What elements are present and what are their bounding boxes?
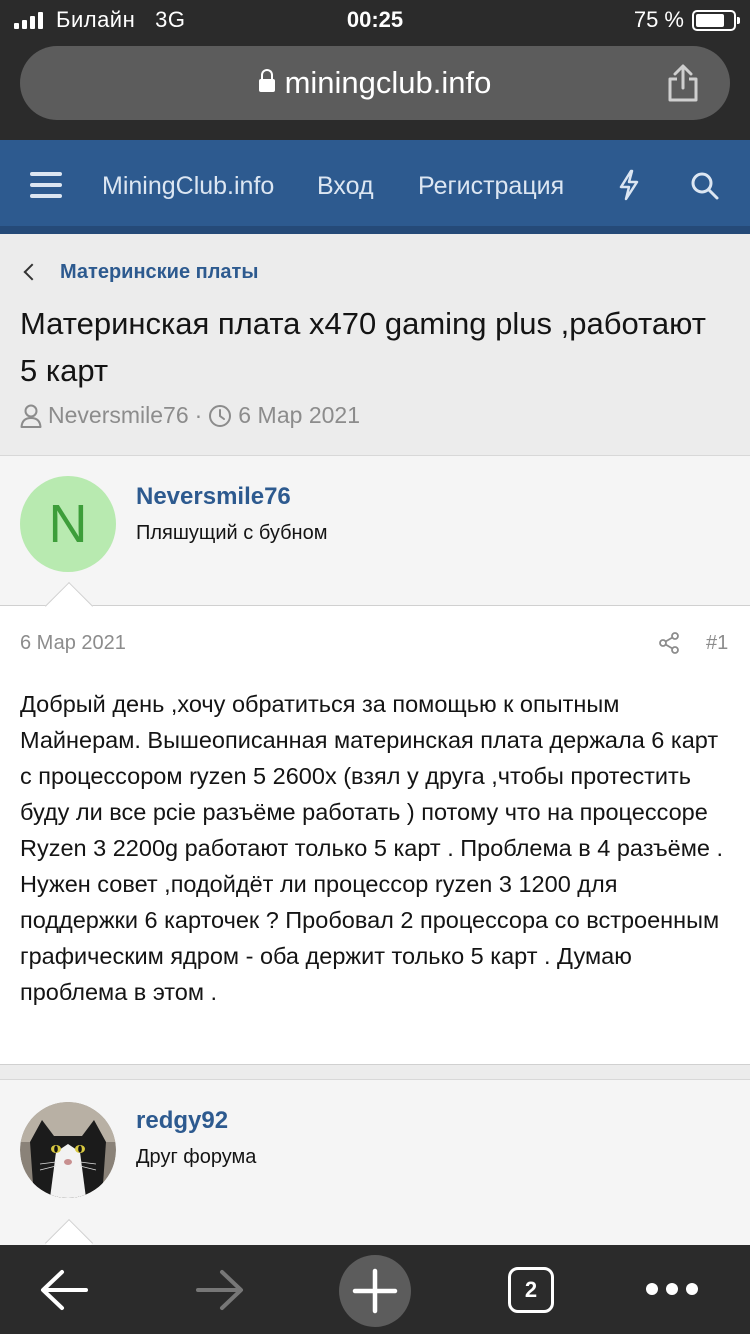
url-text: miningclub.info <box>284 65 492 100</box>
thread-date[interactable]: 6 Мар 2021 <box>238 402 360 429</box>
avatar[interactable]: N <box>20 476 116 572</box>
menu-icon[interactable] <box>30 172 62 198</box>
battery-percent: 75 % <box>633 7 684 32</box>
post-user-title: Друг форума <box>136 1146 257 1168</box>
user-icon <box>20 404 42 428</box>
site-logo[interactable]: MiningClub.info <box>102 172 274 201</box>
forward-arrow-icon[interactable] <box>194 1267 246 1313</box>
post-text: Добрый день ,хочу обратиться за помощью … <box>20 691 724 1005</box>
post-date[interactable]: 6 Мар 2021 <box>20 632 126 655</box>
new-tab-button[interactable] <box>339 1255 411 1327</box>
meta-separator: · <box>194 402 203 428</box>
post-body: 6 Мар 2021 #1 Добрый день ,хочу обратить… <box>0 581 750 1065</box>
more-options-icon[interactable] <box>646 1283 698 1295</box>
share-icon[interactable] <box>658 632 680 654</box>
address-bar[interactable]: miningclub.info <box>20 46 730 120</box>
avatar[interactable] <box>20 1102 116 1198</box>
post-username[interactable]: redgy92 <box>136 1107 228 1135</box>
post-author-block: N Neversmile76 Пляшущий с бубном <box>0 455 750 605</box>
post-user-title: Пляшущий с бубном <box>136 522 328 544</box>
chevron-left-icon <box>23 263 41 281</box>
lock-icon <box>258 69 275 92</box>
plus-icon <box>352 1268 398 1314</box>
thread-meta: Neversmile76 · 6 Мар 2021 <box>20 402 360 429</box>
post-username[interactable]: Neversmile76 <box>136 483 291 511</box>
breadcrumb-link[interactable]: Материнские платы <box>60 261 258 284</box>
lightning-icon[interactable] <box>617 169 641 201</box>
browser-toolbar: 2 <box>0 1245 750 1334</box>
login-link[interactable]: Вход <box>317 172 374 201</box>
share-icon[interactable] <box>666 64 700 102</box>
browser-chrome: Билайн 3G 00:25 75 % miningclub.info <box>0 0 750 140</box>
post-number[interactable]: #1 <box>706 632 728 655</box>
battery-icon <box>692 10 740 31</box>
back-arrow-icon[interactable] <box>38 1267 90 1313</box>
thread-author[interactable]: Neversmile76 <box>48 402 189 429</box>
status-bar: Билайн 3G 00:25 75 % <box>0 0 750 40</box>
site-navbar: MiningClub.info Вход Регистрация <box>0 140 750 234</box>
clock-icon <box>209 404 232 427</box>
search-icon[interactable] <box>690 171 720 201</box>
page-title: Материнская плата x470 gaming plus ,рабо… <box>20 306 706 388</box>
register-link[interactable]: Регистрация <box>418 172 564 201</box>
tabs-button[interactable]: 2 <box>508 1267 554 1313</box>
url-display[interactable]: miningclub.info <box>20 65 730 101</box>
post-author-block: redgy92 Друг форума <box>0 1079 750 1268</box>
